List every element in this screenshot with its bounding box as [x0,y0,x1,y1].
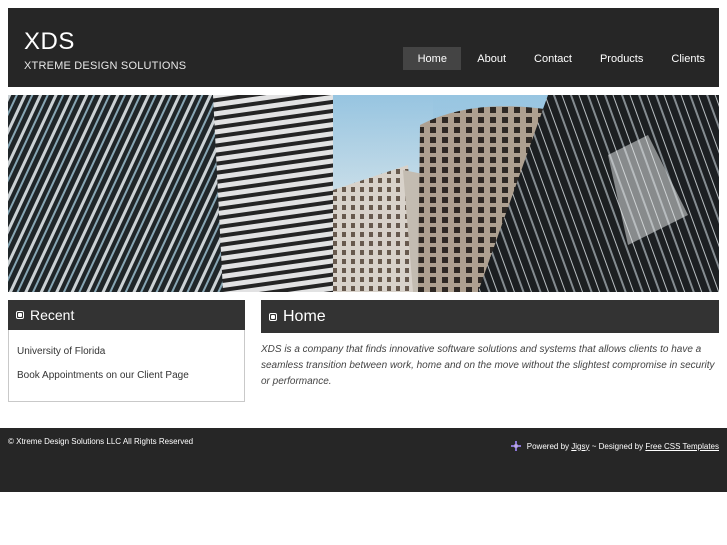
recent-link-appointments[interactable]: Book Appointments on our Client Page [17,370,236,381]
logo-title[interactable]: XDS [24,28,75,56]
intro-paragraph: XDS is a company that finds innovative s… [261,344,715,387]
footer-credits: Powered by Jigsy ~ Designed by Free CSS … [510,441,719,451]
recent-sidebar: Recent University of Florida Book Appoin… [8,300,245,402]
main-nav: Home About Contact Products Clients [403,47,719,70]
recent-title: Recent [30,307,75,323]
nav-item-clients[interactable]: Clients [657,47,719,70]
designed-by-label: ~ Designed by [591,441,644,451]
square-bullet-icon [16,311,24,319]
free-css-templates-link[interactable]: Free CSS Templates [645,442,719,451]
square-bullet-icon [269,312,277,321]
jigsy-link[interactable]: Jigsy [571,442,589,451]
recent-link-university[interactable]: University of Florida [17,346,236,357]
site-footer: © Xtreme Design Solutions LLC All Rights… [0,428,727,492]
nav-item-home[interactable]: Home [403,47,462,70]
nav-item-products[interactable]: Products [586,47,657,70]
recent-header: Recent [8,300,245,330]
site-header: XDS XTREME DESIGN SOLUTIONS Home About C… [8,8,719,87]
main-content: Home XDS is a company that finds innovat… [261,300,719,390]
nav-item-about[interactable]: About [463,47,520,70]
jigsy-icon [510,441,521,451]
recent-list: University of Florida Book Appointments … [8,330,245,402]
skyscraper-banner-image [8,95,719,292]
banner-image [8,95,719,292]
page-title: Home [283,307,326,325]
powered-by-label: Powered by [526,441,570,451]
home-header: Home [261,300,719,333]
logo-subtitle: XTREME DESIGN SOLUTIONS [24,60,187,72]
nav-item-contact[interactable]: Contact [520,47,586,70]
copyright-text: © Xtreme Design Solutions LLC All Rights… [8,437,194,446]
